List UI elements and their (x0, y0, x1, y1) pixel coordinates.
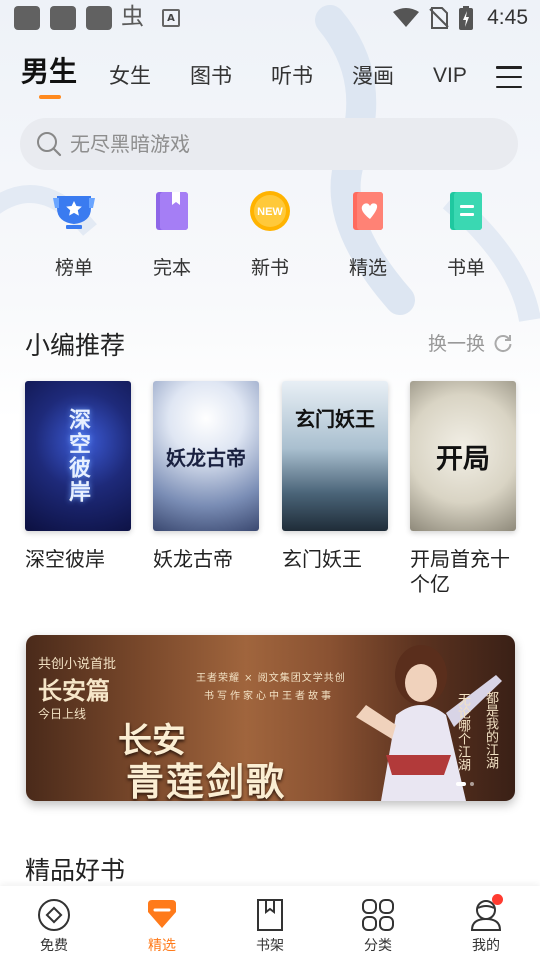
banner-poem1: 无论哪个江湖 (455, 693, 470, 771)
book-card[interactable]: 玄门妖王 玄门妖王 (282, 381, 388, 572)
tab-books[interactable]: 图书 (190, 60, 232, 92)
banner-main2: 青莲剑歌 (126, 759, 287, 801)
carousel-dot-active (456, 782, 466, 786)
book-cover: 开局 (410, 381, 516, 531)
category-featured[interactable]: 精选 (328, 188, 408, 280)
nav-free[interactable]: 免费 (0, 886, 108, 960)
category-label: 榜单 (54, 257, 93, 279)
no-sim-icon (429, 7, 449, 29)
nav-profile[interactable]: 我的 (432, 886, 540, 960)
banner-line1: 共创小说首批 (38, 657, 117, 672)
new-badge-icon: NEW (247, 188, 293, 234)
refresh-label: 换一换 (428, 333, 486, 355)
book-cover: 妖龙古帝 (153, 381, 259, 531)
heart-card-icon (345, 188, 391, 234)
nav-label: 书架 (256, 938, 284, 954)
finished-book-icon (149, 188, 195, 234)
refresh-icon (494, 334, 512, 352)
trophy-icon (51, 188, 97, 234)
nav-label: 分类 (364, 938, 392, 954)
channel-tabs: 男生 女生 图书 听书 漫画 VIP (0, 56, 540, 110)
svg-text:NEW: NEW (257, 206, 283, 218)
book-title: 开局首充十个亿 (410, 547, 510, 596)
category-label: 精选 (348, 257, 387, 279)
a-icon: A (162, 9, 180, 27)
free-icon (38, 899, 70, 931)
nav-label: 我的 (472, 938, 500, 954)
bug-icon: 虫 (121, 4, 144, 30)
battery-charging-icon (459, 6, 474, 30)
banner-line2: 长安篇 (38, 676, 110, 705)
book-title: 玄门妖王 (282, 547, 362, 571)
bookshelf-icon (257, 899, 283, 931)
featured-icon (148, 900, 176, 928)
active-tab-indicator (39, 95, 61, 99)
cover-title: 开局 (436, 443, 490, 475)
tab-audiobooks[interactable]: 听书 (271, 60, 313, 92)
cover-title: 深空彼岸 (65, 408, 91, 504)
refresh-button[interactable]: 换一换 (428, 329, 513, 356)
category-label: 书单 (446, 257, 485, 279)
nav-bookshelf[interactable]: 书架 (216, 886, 324, 960)
menu-icon[interactable] (496, 66, 522, 88)
category-label: 新书 (250, 257, 289, 279)
tab-boys[interactable]: 男生 (21, 56, 77, 88)
category-label: 完本 (152, 257, 191, 279)
bottom-navigation: 免费 精选 书架 分类 我的 (0, 886, 540, 960)
banner-slogan: 书写作家心中王者故事 (204, 691, 334, 702)
nav-label: 精选 (148, 938, 176, 954)
banner-partner: 王者荣耀 × 阅文集团文学共创 (196, 673, 346, 684)
book-card[interactable]: 妖龙古帝 妖龙古帝 (153, 381, 259, 572)
nav-label: 免费 (40, 938, 68, 954)
book-card[interactable]: 深空彼岸 深空彼岸 (25, 381, 131, 572)
nav-featured[interactable]: 精选 (108, 886, 216, 960)
app-icon (50, 6, 76, 30)
tab-comics[interactable]: 漫画 (352, 60, 394, 92)
tab-girls[interactable]: 女生 (109, 60, 151, 92)
status-bar: 虫 A 4:45 (0, 0, 540, 36)
category-ranking[interactable]: 榜单 (34, 188, 114, 280)
search-icon (37, 132, 62, 157)
app-icon (86, 6, 112, 30)
book-title: 妖龙古帝 (153, 547, 233, 571)
cover-title: 玄门妖王 (295, 407, 375, 431)
category-new-books[interactable]: NEW 新书 (230, 188, 310, 280)
category-finished[interactable]: 完本 (132, 188, 212, 280)
booklist-icon (443, 188, 489, 234)
search-bar[interactable] (20, 118, 518, 170)
promo-banner[interactable]: 共创小说首批 长安篇 今日上线 王者荣耀 × 阅文集团文学共创 书写作家心中王者… (26, 635, 515, 801)
banner-poem2: 都是我的江湖 (483, 691, 498, 769)
app-icon (14, 6, 40, 30)
section-title-editor-picks: 小编推荐 (25, 331, 126, 360)
tab-vip[interactable]: VIP (433, 60, 467, 92)
nav-categories[interactable]: 分类 (324, 886, 432, 960)
book-cover: 深空彼岸 (25, 381, 131, 531)
notification-dot (492, 894, 503, 905)
clock: 4:45 (487, 6, 528, 29)
section-title-quality-books: 精品好书 (25, 856, 126, 885)
category-grid-icon (362, 899, 394, 931)
wifi-icon (393, 8, 420, 27)
category-booklist[interactable]: 书单 (426, 188, 506, 280)
search-input[interactable] (70, 132, 470, 156)
banner-line3: 今日上线 (38, 707, 87, 721)
cover-title: 妖龙古帝 (166, 445, 246, 470)
book-title: 深空彼岸 (25, 547, 105, 571)
book-card[interactable]: 开局 开局首充十个亿 (410, 381, 516, 597)
carousel-dot (470, 782, 474, 786)
book-cover: 玄门妖王 (282, 381, 388, 531)
